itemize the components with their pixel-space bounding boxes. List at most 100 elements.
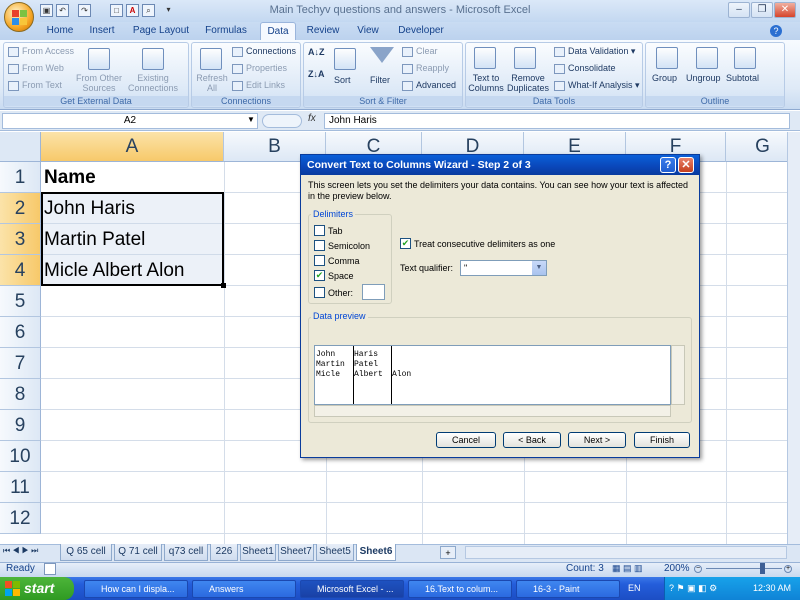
zoom-slider[interactable]: − +: [694, 563, 794, 575]
row-header[interactable]: 2: [0, 193, 41, 224]
sheet-tab[interactable]: Sheet1: [240, 544, 276, 561]
cell-a3[interactable]: Martin Patel: [44, 224, 145, 255]
vertical-scrollbar[interactable]: [787, 132, 800, 544]
tab-page-layout[interactable]: Page Layout: [126, 22, 196, 40]
row-header[interactable]: 11: [0, 472, 41, 503]
sheet-tab[interactable]: Q 71 cell: [114, 544, 162, 561]
connections-button[interactable]: Connections: [232, 46, 296, 57]
horizontal-scrollbar[interactable]: [465, 546, 787, 559]
consecutive-delimiters-checkbox[interactable]: ✔: [400, 238, 411, 249]
preview-horizontal-scrollbar[interactable]: [314, 405, 671, 417]
what-if-analysis-button[interactable]: What-If Analysis ▾: [554, 80, 640, 91]
sheet-tab[interactable]: q73 cell: [164, 544, 208, 561]
tab-insert[interactable]: Insert: [82, 22, 122, 40]
row-header[interactable]: 9: [0, 410, 41, 441]
formula-input[interactable]: John Haris: [324, 113, 790, 129]
cell-a4[interactable]: Micle Albert Alon: [44, 255, 184, 286]
sort-za-icon[interactable]: Z↓A: [308, 69, 325, 79]
cell-a1[interactable]: Name: [44, 162, 96, 193]
dialog-close-button[interactable]: ✕: [678, 157, 694, 173]
advanced-button[interactable]: Advanced: [402, 80, 456, 91]
sheet-nav-icon[interactable]: ⏮ ◀ ▶ ⏭: [3, 546, 38, 556]
task-paint[interactable]: 16-3 - Paint: [516, 580, 620, 598]
text-qualifier-select[interactable]: " ▼: [460, 260, 547, 276]
delimiter-checkbox[interactable]: ✔: [314, 270, 325, 281]
sheet-tab[interactable]: Q 65 cell: [60, 544, 112, 561]
refresh-all-button[interactable]: Refresh All: [194, 73, 230, 93]
next-button[interactable]: Next >: [568, 432, 626, 448]
filter-button[interactable]: Filter: [370, 75, 390, 85]
preview-vertical-scrollbar[interactable]: [671, 345, 685, 405]
from-web-button[interactable]: From Web: [8, 63, 64, 74]
office-button[interactable]: [4, 2, 34, 32]
subtotal-button[interactable]: Subtotal: [726, 73, 759, 83]
row-header[interactable]: 3: [0, 224, 41, 255]
restore-button[interactable]: ❐: [751, 2, 773, 18]
back-button[interactable]: < Back: [503, 432, 561, 448]
row-header[interactable]: 6: [0, 317, 41, 348]
row-header[interactable]: 5: [0, 286, 41, 317]
sort-az-icon[interactable]: A↓Z: [308, 47, 325, 57]
undo-icon[interactable]: ↶: [56, 4, 69, 17]
delimiter-checkbox[interactable]: [314, 240, 325, 251]
remove-duplicates-button[interactable]: Remove Duplicates: [506, 73, 550, 93]
chevron-down-icon[interactable]: ▼: [532, 261, 546, 275]
name-box[interactable]: A2: [2, 113, 258, 129]
select-all-corner[interactable]: [0, 132, 41, 162]
ungroup-button[interactable]: Ungroup: [686, 73, 721, 83]
zoom-level[interactable]: 200%: [664, 563, 690, 574]
data-validation-button[interactable]: Data Validation ▾: [554, 46, 635, 57]
finish-button[interactable]: Finish: [634, 432, 690, 448]
cell-a2[interactable]: John Haris: [44, 193, 135, 224]
other-delimiter-input[interactable]: [362, 284, 385, 300]
tab-formulas[interactable]: Formulas: [198, 22, 254, 40]
task-document[interactable]: 16.Text to colum...: [408, 580, 512, 598]
clear-button[interactable]: Clear: [402, 46, 438, 57]
delimiter-checkbox[interactable]: [314, 225, 325, 236]
start-button[interactable]: start: [0, 577, 74, 600]
insert-function-icon[interactable]: fx: [308, 113, 322, 124]
macro-record-icon[interactable]: [44, 563, 56, 575]
reapply-button[interactable]: Reapply: [402, 63, 449, 74]
row-header[interactable]: 7: [0, 348, 41, 379]
new-icon[interactable]: □: [110, 4, 123, 17]
row-header[interactable]: 12: [0, 503, 41, 534]
fill-handle[interactable]: [221, 283, 226, 288]
minimize-button[interactable]: –: [728, 2, 750, 18]
print-preview-icon[interactable]: ⌕: [142, 4, 155, 17]
sheet-tab[interactable]: 226: [210, 544, 238, 561]
edit-links-button[interactable]: Edit Links: [232, 80, 285, 91]
from-text-button[interactable]: From Text: [8, 80, 62, 91]
properties-button[interactable]: Properties: [232, 63, 287, 74]
text-to-columns-button[interactable]: Text to Columns: [468, 73, 504, 93]
tab-view[interactable]: View: [350, 22, 386, 40]
save-icon[interactable]: ▣: [40, 4, 53, 17]
delimiter-checkbox[interactable]: [314, 255, 325, 266]
column-header-a[interactable]: A: [41, 132, 224, 162]
tab-home[interactable]: Home: [40, 22, 80, 40]
sort-button[interactable]: Sort: [334, 75, 351, 85]
tab-review[interactable]: Review: [302, 22, 344, 40]
qat-dropdown-icon[interactable]: ▾: [162, 4, 175, 17]
sheet-tab[interactable]: Sheet7: [278, 544, 314, 561]
view-buttons-icon[interactable]: ▦ ▤ ▥: [612, 563, 643, 574]
insert-sheet-icon[interactable]: +: [440, 546, 456, 559]
row-header[interactable]: 8: [0, 379, 41, 410]
existing-connections-button[interactable]: Existing Connections: [128, 73, 178, 93]
close-button[interactable]: ✕: [774, 2, 796, 18]
clock[interactable]: 12:30 AM: [753, 577, 791, 599]
delimiter-checkbox[interactable]: [314, 287, 325, 298]
sheet-tab[interactable]: Sheet5: [316, 544, 354, 561]
font-color-icon[interactable]: A: [126, 4, 139, 17]
from-access-button[interactable]: From Access: [8, 46, 74, 57]
task-browser[interactable]: How can I displa...: [84, 580, 188, 598]
task-excel[interactable]: Microsoft Excel - ...: [300, 580, 404, 598]
cancel-button[interactable]: Cancel: [436, 432, 496, 448]
row-header[interactable]: 1: [0, 162, 41, 193]
row-header[interactable]: 4: [0, 255, 41, 286]
from-other-sources-button[interactable]: From Other Sources: [76, 73, 122, 93]
consolidate-button[interactable]: Consolidate: [554, 63, 616, 74]
row-header[interactable]: 10: [0, 441, 41, 472]
tab-data[interactable]: Data: [260, 22, 296, 40]
namebox-dropdown-icon[interactable]: ▼: [247, 115, 255, 124]
